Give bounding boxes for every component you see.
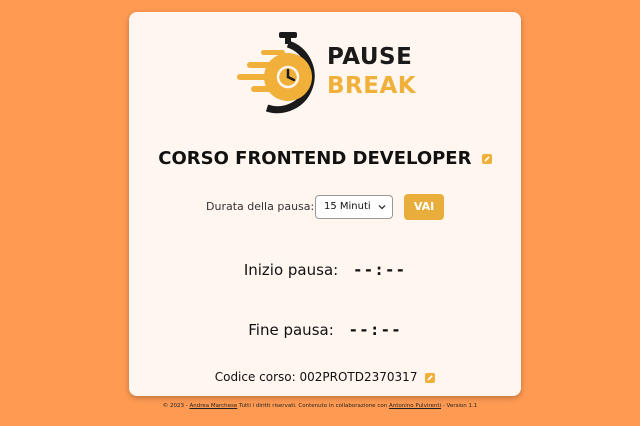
course-code-row: Codice corso: 002PROTD2370317: [129, 370, 521, 384]
footer-collaborator-link[interactable]: Antonino Pulvirenti: [389, 403, 441, 409]
logo-pause: PAUSE: [327, 44, 413, 70]
chevron-down-icon: [378, 205, 386, 210]
footer-prefix: © 2023 -: [162, 403, 190, 409]
course-code: Codice corso: 002PROTD2370317: [214, 370, 418, 384]
duration-select[interactable]: 15 Minuti: [315, 195, 393, 219]
end-value: --:--: [348, 320, 402, 339]
duration-label: Durata della pausa:: [206, 200, 315, 213]
start-value: --:--: [352, 260, 407, 279]
footer-suffix: - Version 1.1: [441, 403, 478, 409]
footer-author-link[interactable]: Andrea Marchese: [189, 403, 237, 409]
footer-middle: Tutti i diritti riservati. Contenuto in …: [237, 403, 389, 409]
logo-break: BREAK: [327, 73, 417, 99]
vai-button[interactable]: VAI: [404, 194, 444, 220]
end-row: Fine pausa: --:--: [129, 320, 521, 339]
main-card: PAUSE BREAK CORSO FRONTEND DEVELOPER Dur…: [129, 12, 521, 396]
course-title: CORSO FRONTEND DEVELOPER: [158, 148, 472, 169]
duration-selected-value: 15 Minuti: [324, 201, 371, 212]
end-label: Fine pausa:: [248, 321, 334, 339]
edit-code-icon[interactable]: [425, 372, 436, 383]
course-title-row: CORSO FRONTEND DEVELOPER: [129, 148, 521, 169]
edit-icon[interactable]: [481, 154, 492, 164]
start-row: Inizio pausa: --:--: [129, 260, 521, 279]
logo-text: PAUSE BREAK: [327, 46, 416, 98]
start-label: Inizio pausa:: [243, 261, 339, 279]
duration-row: Durata della pausa: 15 Minuti VAI: [129, 194, 521, 220]
footer: © 2023 - Andrea Marchese Tutti i diritti…: [0, 403, 640, 409]
